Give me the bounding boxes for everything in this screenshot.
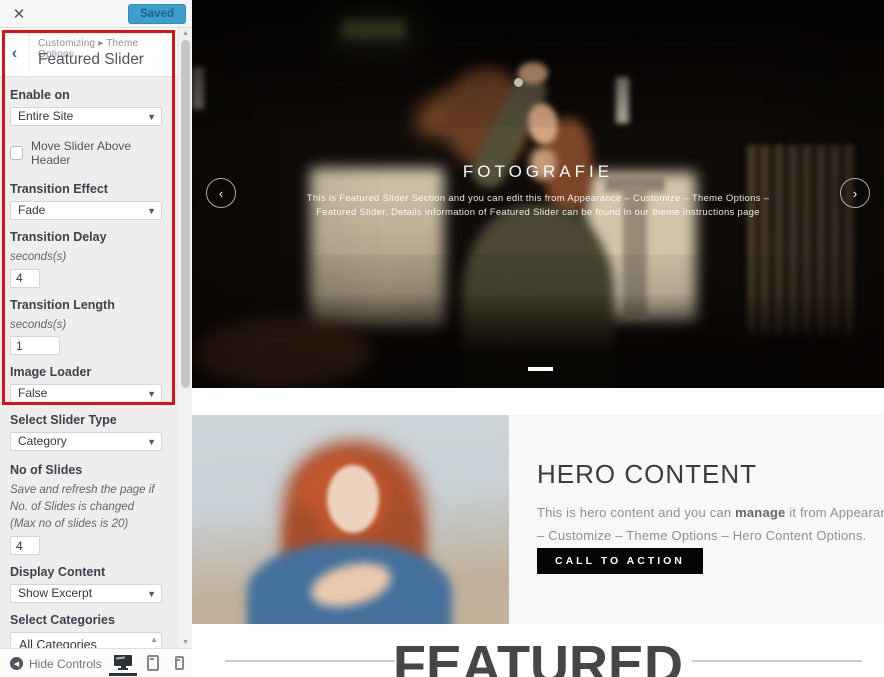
sidebar-scrollbar[interactable]: ▲ ▼: [177, 28, 192, 648]
chevron-down-icon: ▼: [147, 586, 156, 603]
tablet-preview-icon[interactable]: [147, 655, 159, 671]
no-of-slides-label: No of Slides: [10, 463, 162, 477]
transition-length-helper: seconds(s): [10, 317, 162, 334]
panel-title: Featured Slider: [38, 51, 144, 69]
chevron-left-icon: ‹: [12, 43, 18, 63]
chevron-down-icon: ▼: [147, 109, 156, 126]
hero-heading: HERO CONTENT: [537, 459, 757, 490]
chevron-down-icon: ▼: [147, 434, 156, 451]
transition-delay-label: Transition Delay: [10, 230, 162, 244]
chevron-down-icon: ▼: [147, 203, 156, 220]
featured-slider-section: FOTOGRAFIE This is Featured Slider Secti…: [192, 0, 884, 388]
transition-effect-value: Fade: [18, 203, 45, 217]
close-icon[interactable]: ✕: [6, 0, 32, 28]
back-button[interactable]: ‹: [0, 28, 30, 77]
display-content-label: Display Content: [10, 565, 162, 579]
featured-posts-section: FEATURED: [192, 624, 884, 677]
display-content-select[interactable]: Show Excerpt ▼: [10, 584, 162, 603]
slider-prev-button[interactable]: ‹: [206, 178, 236, 208]
transition-delay-helper: seconds(s): [10, 249, 162, 266]
hero-text-bold: manage: [735, 505, 785, 520]
mobile-preview-icon[interactable]: [175, 656, 184, 670]
move-slider-row: Move Slider Above Header: [10, 139, 162, 167]
customizer-footer: ◀ Hide Controls: [0, 648, 192, 677]
slide-title: FOTOGRAFIE: [192, 162, 884, 182]
hero-photo: [327, 465, 379, 533]
scroll-up-icon[interactable]: ▲: [178, 30, 193, 37]
customizer-sidebar: ✕ Saved ‹ Customizing ▸ Theme Options Fe…: [0, 0, 192, 677]
image-loader-value: False: [18, 386, 47, 400]
scroll-up-icon[interactable]: ▲: [150, 635, 158, 644]
no-of-slides-input[interactable]: [10, 536, 40, 555]
slide-caption: This is Featured Slider Section and you …: [288, 192, 788, 221]
transition-effect-label: Transition Effect: [10, 182, 162, 196]
panel-header: ‹ Customizing ▸ Theme Options Featured S…: [0, 28, 177, 77]
customizer-topbar: ✕ Saved: [0, 0, 192, 28]
slider-pagination-dash[interactable]: [528, 367, 553, 371]
slider-type-value: Category: [18, 434, 67, 448]
saved-button[interactable]: Saved: [128, 4, 186, 24]
move-slider-label: Move Slider Above Header: [31, 139, 162, 167]
display-content-value: Show Excerpt: [18, 586, 92, 600]
image-loader-label: Image Loader: [10, 365, 162, 379]
panel-body: Enable on Entire Site ▼ Move Slider Abov…: [0, 77, 177, 648]
hero-content-section: HERO CONTENT This is hero content and yo…: [192, 415, 884, 624]
slider-type-select[interactable]: Category ▼: [10, 432, 162, 451]
move-slider-checkbox[interactable]: [10, 146, 23, 160]
site-preview: FOTOGRAFIE This is Featured Slider Secti…: [192, 0, 884, 677]
enable-on-value: Entire Site: [18, 109, 73, 123]
featured-heading: FEATURED: [192, 638, 884, 677]
transition-length-label: Transition Length: [10, 298, 162, 312]
customizer-window: ✕ Saved ‹ Customizing ▸ Theme Options Fe…: [0, 0, 884, 677]
hero-photo: [192, 415, 509, 624]
slider-next-button[interactable]: ›: [840, 178, 870, 208]
transition-effect-select[interactable]: Fade ▼: [10, 201, 162, 220]
image-loader-select[interactable]: False ▼: [10, 384, 162, 403]
hide-controls-button[interactable]: Hide Controls: [29, 657, 102, 671]
collapse-sidebar-icon[interactable]: ◀: [10, 657, 23, 670]
enable-on-select[interactable]: Entire Site ▼: [10, 107, 162, 126]
slider-type-label: Select Slider Type: [10, 413, 162, 427]
enable-on-label: Enable on: [10, 88, 162, 102]
no-of-slides-helper: Save and refresh the page if No. of Slid…: [10, 482, 162, 532]
transition-delay-input[interactable]: [10, 269, 40, 288]
active-device-underline: [109, 673, 137, 676]
desktop-preview-icon[interactable]: [114, 655, 132, 671]
chevron-down-icon: ▼: [147, 386, 156, 403]
scrollbar-thumb[interactable]: [181, 40, 190, 388]
call-to-action-button[interactable]: CALL TO ACTION: [537, 548, 703, 574]
scroll-down-icon[interactable]: ▼: [178, 639, 193, 646]
select-categories-label: Select Categories: [10, 613, 162, 627]
hero-text-part: This is hero content and you can: [537, 505, 735, 520]
transition-length-input[interactable]: [10, 336, 60, 355]
hero-text: This is hero content and you can manage …: [537, 502, 884, 548]
